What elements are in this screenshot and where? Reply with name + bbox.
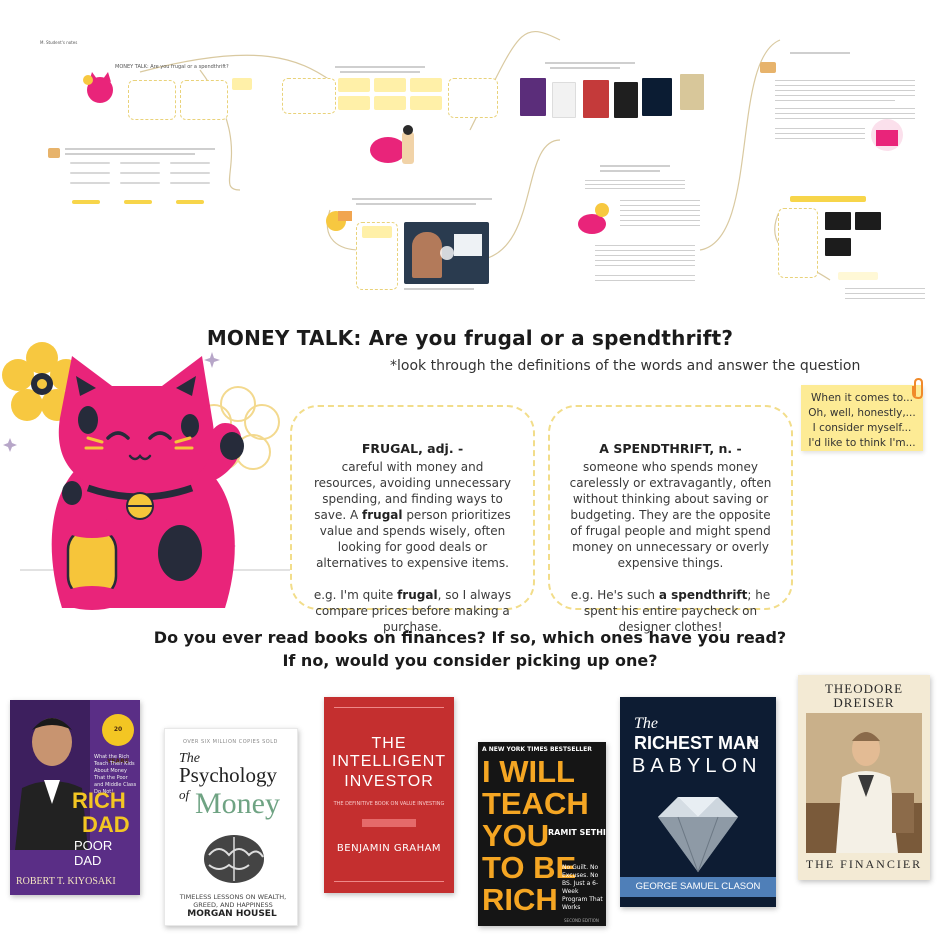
book-title: THE FINANCIER (805, 857, 923, 871)
book-kicker: A NEW YORK TIMES BESTSELLER (482, 746, 592, 753)
book-title: DAD (82, 812, 130, 837)
board-overview[interactable]: M. Student's notes MONEY TALK: Are you f… (0, 0, 940, 318)
paperclip-icon (912, 378, 923, 400)
book-title: I WILL (482, 754, 575, 789)
book-title: RICH (72, 788, 126, 813)
book-title: The (634, 715, 658, 732)
books-question-line-1: Do you ever read books on finances? If s… (153, 628, 787, 647)
definition-heading: A SPENDTHRIFT, n. - (599, 441, 742, 456)
books-question-line-2: If no, would you consider picking up one… (282, 651, 658, 670)
book-title: of (179, 787, 190, 802)
book-title: DREISER (833, 695, 895, 710)
book-title: BABYLON (632, 755, 762, 777)
book-title: RICHEST MAN (634, 733, 759, 753)
definition-card-frugal: FRUGAL, adj. - careful with money and re… (290, 405, 535, 634)
book-author: MORGAN HOUSEL (187, 909, 277, 919)
book-richest-man-in-babylon[interactable]: The RICHEST MAN in BABYLON GEORGE SAMUEL… (620, 697, 776, 907)
book-title: TEACH (482, 786, 589, 821)
sticky-line: I consider myself... (812, 422, 912, 434)
book-tagline: TIMELESS LESSONS ON WEALTH, GREED, AND H… (179, 893, 287, 909)
book-author: GEORGE SAMUEL CLASON (635, 881, 761, 892)
book-intelligent-investor[interactable]: THE INTELLIGENT INVESTOR THE DEFINITIVE … (324, 697, 454, 893)
book-badge: 20 YEARS (102, 714, 134, 765)
sticky-line: When it comes to... (811, 392, 913, 404)
lucky-cat-illustration (2, 342, 290, 610)
sticky-note[interactable]: When it comes to... Oh, well, honestly,.… (801, 385, 923, 451)
book-kicker: OVER SIX MILLION COPIES SOLD (183, 739, 278, 745)
book-title: INTELLIGENT (331, 753, 447, 770)
book-title: YOU (482, 818, 550, 853)
author-photo (15, 718, 88, 850)
sticky-line: I'd like to think I'm... (808, 437, 916, 449)
diamond-icon (658, 797, 738, 873)
book-rich-dad-poor-dad[interactable]: 20 YEARS What the Rich Teach Their Kids … (10, 700, 140, 895)
book-i-will-teach-you-to-be-rich[interactable]: A NEW YORK TIMES BESTSELLER I WILL TEACH… (478, 742, 606, 926)
definition-text: someone who spends money carelessly or e… (569, 460, 772, 570)
book-edition: SECOND EDITION (564, 918, 599, 923)
book-tagline: No Guilt. No Excuses. No BS. Just a 6-We… (562, 864, 603, 911)
book-title: Money (195, 787, 280, 820)
book-title: Psychology (179, 763, 278, 787)
book-author: BENJAMIN GRAHAM (336, 843, 442, 854)
definition-text: careful with money and resources, avoidi… (314, 460, 511, 570)
overview-mini-label: M. Student's notes (40, 40, 78, 45)
sticky-line: Oh, well, honestly,... (808, 407, 916, 419)
definition-heading: FRUGAL, adj. - (361, 441, 464, 456)
overview-header-title: MONEY TALK: Are you frugal or a spendthr… (115, 64, 229, 70)
book-author: ROBERT T. KIYOSAKI (16, 876, 116, 887)
definition-card-spendthrift: A SPENDTHRIFT, n. - someone who spends m… (548, 405, 793, 634)
book-the-financier[interactable]: THEODORE DREISER THE FINANCIER (798, 675, 930, 880)
book-title: POOR DAD (74, 838, 113, 868)
book-psychology-of-money[interactable]: OVER SIX MILLION COPIES SOLD The Psychol… (164, 728, 298, 926)
piggy-bank-illustration (370, 125, 414, 164)
video-thumbnail[interactable] (404, 222, 489, 284)
book-title: RICH (482, 882, 558, 917)
book-tagline: THE DEFINITIVE BOOK ON VALUE INVESTING (333, 801, 445, 807)
portrait-illustration (806, 713, 922, 853)
book-author: RAMIT SETHI (548, 828, 606, 837)
book-title: INVESTOR (344, 773, 434, 790)
book-title: THE (371, 735, 407, 752)
mini-cat-icon (83, 72, 113, 103)
book-title: in (748, 735, 759, 750)
brain-icon (204, 835, 264, 883)
page-subtitle: *look through the definitions of the wor… (390, 358, 861, 374)
